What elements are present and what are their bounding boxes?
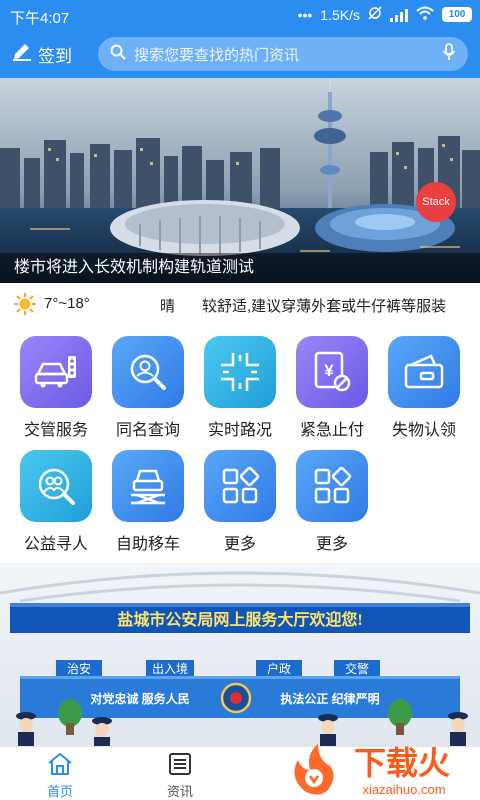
service-more-2[interactable]: 更多 bbox=[286, 450, 378, 554]
status-bar: 下午4:07 ••• 1.5K/s 100 bbox=[0, 0, 480, 32]
service-lost-found-label: 失物认领 bbox=[391, 422, 456, 439]
temperature-range: 7°~18° bbox=[44, 295, 90, 312]
alarm-off-icon bbox=[368, 6, 382, 23]
service-emergency-stop[interactable]: ¥ 紧急止付 bbox=[286, 336, 378, 440]
microphone-icon[interactable] bbox=[442, 42, 456, 66]
slogan-left: 对党忠诚 服务人民 bbox=[90, 691, 189, 706]
car-traffic-icon bbox=[20, 336, 92, 408]
weather-condition: 晴 bbox=[160, 298, 176, 315]
wallet-icon bbox=[388, 336, 460, 408]
service-name-query-label: 同名查询 bbox=[115, 422, 180, 439]
apps-icon bbox=[204, 450, 276, 522]
banner-caption: 楼市将进入长效机制构建轨道测试 bbox=[0, 253, 480, 283]
window-label: 出入境 bbox=[152, 661, 188, 676]
news-icon bbox=[168, 753, 192, 779]
service-hall-banner[interactable]: 盐城市公安局网上服务大厅欢迎您! 治安 出入境 户政 交警 对党忠诚 服务人民 … bbox=[0, 563, 480, 746]
tab-news[interactable]: 资讯 bbox=[150, 752, 210, 800]
status-right: ••• 1.5K/s 100 bbox=[298, 6, 472, 23]
service-car-move[interactable]: 自助移车 bbox=[102, 450, 194, 554]
watermark: 下载火 xiazaihuo.com bbox=[284, 740, 474, 800]
window-label: 户政 bbox=[267, 661, 291, 676]
sun-icon bbox=[14, 293, 36, 319]
search-bar[interactable]: 搜索您要查找的热门资讯 bbox=[98, 37, 468, 71]
checkin-button[interactable]: 签到 bbox=[12, 42, 72, 67]
signal-icon bbox=[390, 8, 408, 22]
hall-title: 盐城市公安局网上服务大厅欢迎您! bbox=[117, 610, 362, 629]
home-icon bbox=[47, 752, 73, 779]
window-label: 交警 bbox=[345, 661, 369, 676]
news-banner[interactable]: Stack 楼市将进入长效机制构建轨道测试 bbox=[0, 78, 480, 283]
wifi-icon bbox=[416, 6, 434, 23]
people-search-icon bbox=[20, 450, 92, 522]
battery-icon: 100 bbox=[442, 7, 472, 22]
top-bar: 下午4:07 ••• 1.5K/s 100 签到 搜索您要查找的热门资讯 bbox=[0, 0, 480, 78]
more-dots-icon: ••• bbox=[297, 6, 313, 23]
status-time: 下午4:07 bbox=[10, 10, 70, 27]
service-lost-found[interactable]: 失物认领 bbox=[378, 336, 470, 440]
payment-stop-icon: ¥ bbox=[296, 336, 368, 408]
clothing-advice: 较舒适,建议穿薄外套或牛仔裤等服装 bbox=[202, 298, 447, 315]
network-speed: 1.5K/s bbox=[320, 6, 360, 23]
road-cross-icon bbox=[204, 336, 276, 408]
service-road-status-label: 实时路况 bbox=[207, 422, 272, 439]
person-search-icon bbox=[112, 336, 184, 408]
flame-logo-icon bbox=[294, 744, 334, 795]
window-label: 治安 bbox=[67, 661, 91, 676]
search-icon bbox=[110, 44, 126, 65]
service-car-move-label: 自助移车 bbox=[115, 536, 180, 553]
service-traffic[interactable]: 交管服务 bbox=[10, 336, 102, 440]
tab-news-label: 资讯 bbox=[166, 784, 193, 799]
service-emergency-stop-label: 紧急止付 bbox=[299, 422, 364, 439]
stack-button[interactable]: Stack bbox=[416, 182, 456, 222]
tab-home[interactable]: 首页 bbox=[30, 752, 90, 800]
car-move-icon bbox=[112, 450, 184, 522]
watermark-url: xiazaihuo.com bbox=[362, 782, 445, 797]
tab-home-label: 首页 bbox=[46, 784, 73, 799]
weather-strip: 7°~18° 晴 较舒适,建议穿薄外套或牛仔裤等服装 bbox=[0, 283, 480, 325]
service-missing-person[interactable]: 公益寻人 bbox=[10, 450, 102, 554]
pencil-icon bbox=[12, 43, 32, 66]
watermark-text: 下载火 bbox=[354, 744, 450, 782]
service-hall-image: 盐城市公安局网上服务大厅欢迎您! 治安 出入境 户政 交警 对党忠诚 服务人民 … bbox=[0, 563, 480, 746]
search-input[interactable]: 搜索您要查找的热门资讯 bbox=[134, 44, 442, 65]
service-missing-person-label: 公益寻人 bbox=[23, 536, 88, 553]
service-more-2-label: 更多 bbox=[315, 536, 348, 553]
service-road-status[interactable]: 实时路况 bbox=[194, 336, 286, 440]
checkin-label: 签到 bbox=[38, 47, 72, 66]
service-more-1-label: 更多 bbox=[223, 536, 256, 553]
service-traffic-label: 交管服务 bbox=[23, 422, 88, 439]
service-more-1[interactable]: 更多 bbox=[194, 450, 286, 554]
service-name-query[interactable]: 同名查询 bbox=[102, 336, 194, 440]
svg-text:¥: ¥ bbox=[324, 361, 334, 380]
apps-icon bbox=[296, 450, 368, 522]
slogan-right: 执法公正 纪律严明 bbox=[280, 691, 379, 706]
